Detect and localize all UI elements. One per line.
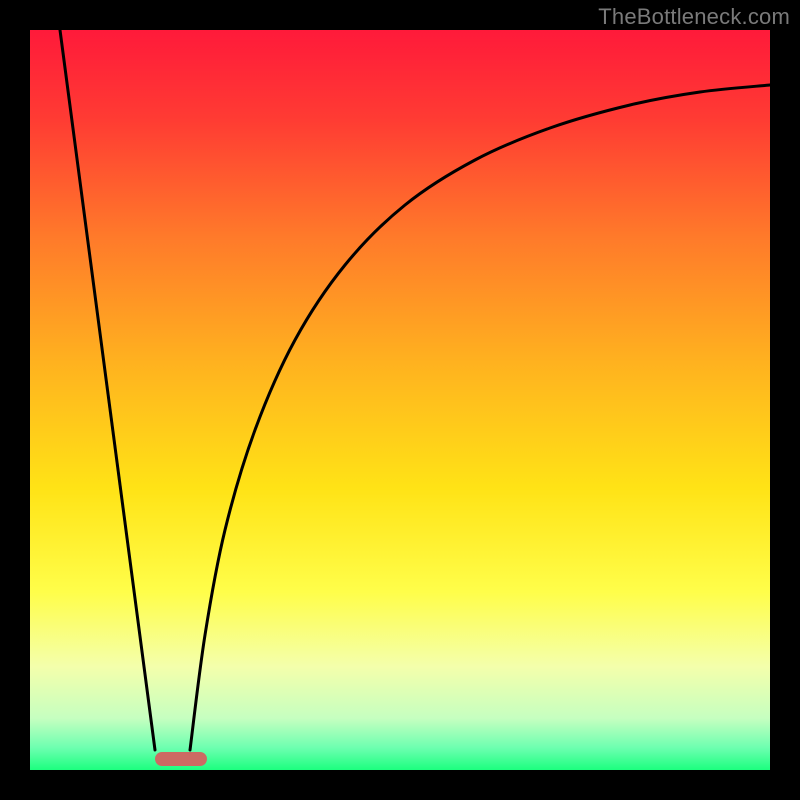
watermark-text: TheBottleneck.com [598,4,790,30]
marker-group [155,752,207,766]
bottom-marker [155,752,207,766]
plot-area [30,30,770,770]
chart-svg [30,30,770,770]
gradient-background [30,30,770,770]
chart-frame: TheBottleneck.com [0,0,800,800]
